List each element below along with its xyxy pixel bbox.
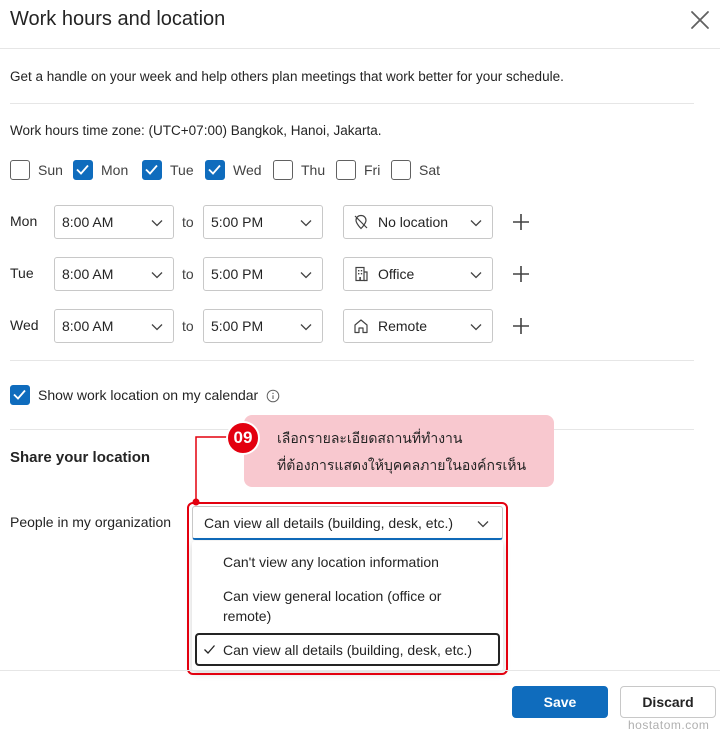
checkmark-icon <box>145 164 158 175</box>
end-time-select[interactable]: 5:00 PM <box>203 309 323 343</box>
start-time-select[interactable]: 8:00 AM <box>54 309 174 343</box>
location-value: Remote <box>378 318 428 334</box>
day-label: Fri <box>364 162 381 178</box>
step-badge: 09 <box>226 421 260 455</box>
day-label: Mon <box>101 162 129 178</box>
share-location-title: Share your location <box>10 449 151 466</box>
annotation-bubble: เลือกรายละเอียดสถานที่ทำงาน ที่ต้องการแส… <box>244 415 554 487</box>
section-divider <box>10 360 694 361</box>
add-time-button[interactable] <box>510 211 532 233</box>
start-time-select[interactable]: 8:00 AM <box>54 205 174 239</box>
discard-button[interactable]: Discard <box>620 686 716 718</box>
location-value: No location <box>378 214 449 230</box>
checkmark-icon <box>208 164 221 175</box>
location-select[interactable]: Remote <box>343 309 493 343</box>
chevron-down-icon <box>470 220 482 227</box>
day-label: Sun <box>38 162 63 178</box>
chevron-down-icon <box>151 272 163 279</box>
day-label: Wed <box>233 162 262 178</box>
chevron-down-icon <box>300 272 312 279</box>
day-label: Thu <box>301 162 326 178</box>
day-checkbox-wed[interactable] <box>205 160 225 180</box>
to-label: to <box>182 266 194 282</box>
show-location-checkbox[interactable] <box>10 385 30 405</box>
end-time-select[interactable]: 5:00 PM <box>203 205 323 239</box>
day-checkbox-fri[interactable] <box>336 160 356 180</box>
start-time-value: 8:00 AM <box>62 318 114 334</box>
day-checkbox-sun[interactable] <box>10 160 30 180</box>
close-button[interactable] <box>688 8 712 32</box>
plus-icon <box>513 318 529 334</box>
chevron-down-icon <box>151 324 163 331</box>
show-location-label: Show work location on my calendar <box>38 387 259 403</box>
start-time-value: 8:00 AM <box>62 214 114 230</box>
day-checkbox-thu[interactable] <box>273 160 293 180</box>
start-time-value: 8:00 AM <box>62 266 114 282</box>
close-icon <box>691 11 709 29</box>
add-time-button[interactable] <box>510 315 532 337</box>
annotation-highlight-box <box>187 502 508 675</box>
dialog-description: Get a handle on your week and help other… <box>10 69 564 84</box>
end-time-value: 5:00 PM <box>211 266 264 282</box>
day-label: Tue <box>170 162 194 178</box>
day-label: Sat <box>419 162 441 178</box>
office-building-icon <box>355 266 368 282</box>
checkmark-icon <box>76 164 89 175</box>
checkmark-icon <box>13 389 26 400</box>
dialog-title: Work hours and location <box>10 8 226 30</box>
chevron-down-icon <box>300 324 312 331</box>
footer-divider <box>0 670 720 671</box>
plus-icon <box>513 266 529 282</box>
schedule-day-label: Tue <box>10 265 34 281</box>
section-divider <box>10 103 694 104</box>
location-value: Office <box>378 266 415 282</box>
chevron-down-icon <box>470 272 482 279</box>
home-icon <box>354 319 368 334</box>
save-button[interactable]: Save <box>512 686 608 718</box>
day-checkbox-sat[interactable] <box>391 160 411 180</box>
header-divider <box>0 48 720 49</box>
schedule-day-label: Mon <box>10 213 38 229</box>
plus-icon <box>513 214 529 230</box>
day-checkbox-tue[interactable] <box>142 160 162 180</box>
people-in-org-label: People in my organization <box>10 514 172 530</box>
to-label: to <box>182 318 194 334</box>
chevron-down-icon <box>300 220 312 227</box>
to-label: to <box>182 214 194 230</box>
add-time-button[interactable] <box>510 263 532 285</box>
watermark: hostatom.com <box>628 718 710 732</box>
end-time-select[interactable]: 5:00 PM <box>203 257 323 291</box>
location-select[interactable]: No location <box>343 205 493 239</box>
end-time-value: 5:00 PM <box>211 318 264 334</box>
end-time-value: 5:00 PM <box>211 214 264 230</box>
day-checkbox-mon[interactable] <box>73 160 93 180</box>
location-select[interactable]: Office <box>343 257 493 291</box>
schedule-day-label: Wed <box>10 317 39 333</box>
no-location-icon <box>354 214 368 230</box>
chevron-down-icon <box>470 324 482 331</box>
chevron-down-icon <box>151 220 163 227</box>
info-icon[interactable] <box>266 389 280 403</box>
start-time-select[interactable]: 8:00 AM <box>54 257 174 291</box>
timezone-text: Work hours time zone: (UTC+07:00) Bangko… <box>10 123 382 138</box>
